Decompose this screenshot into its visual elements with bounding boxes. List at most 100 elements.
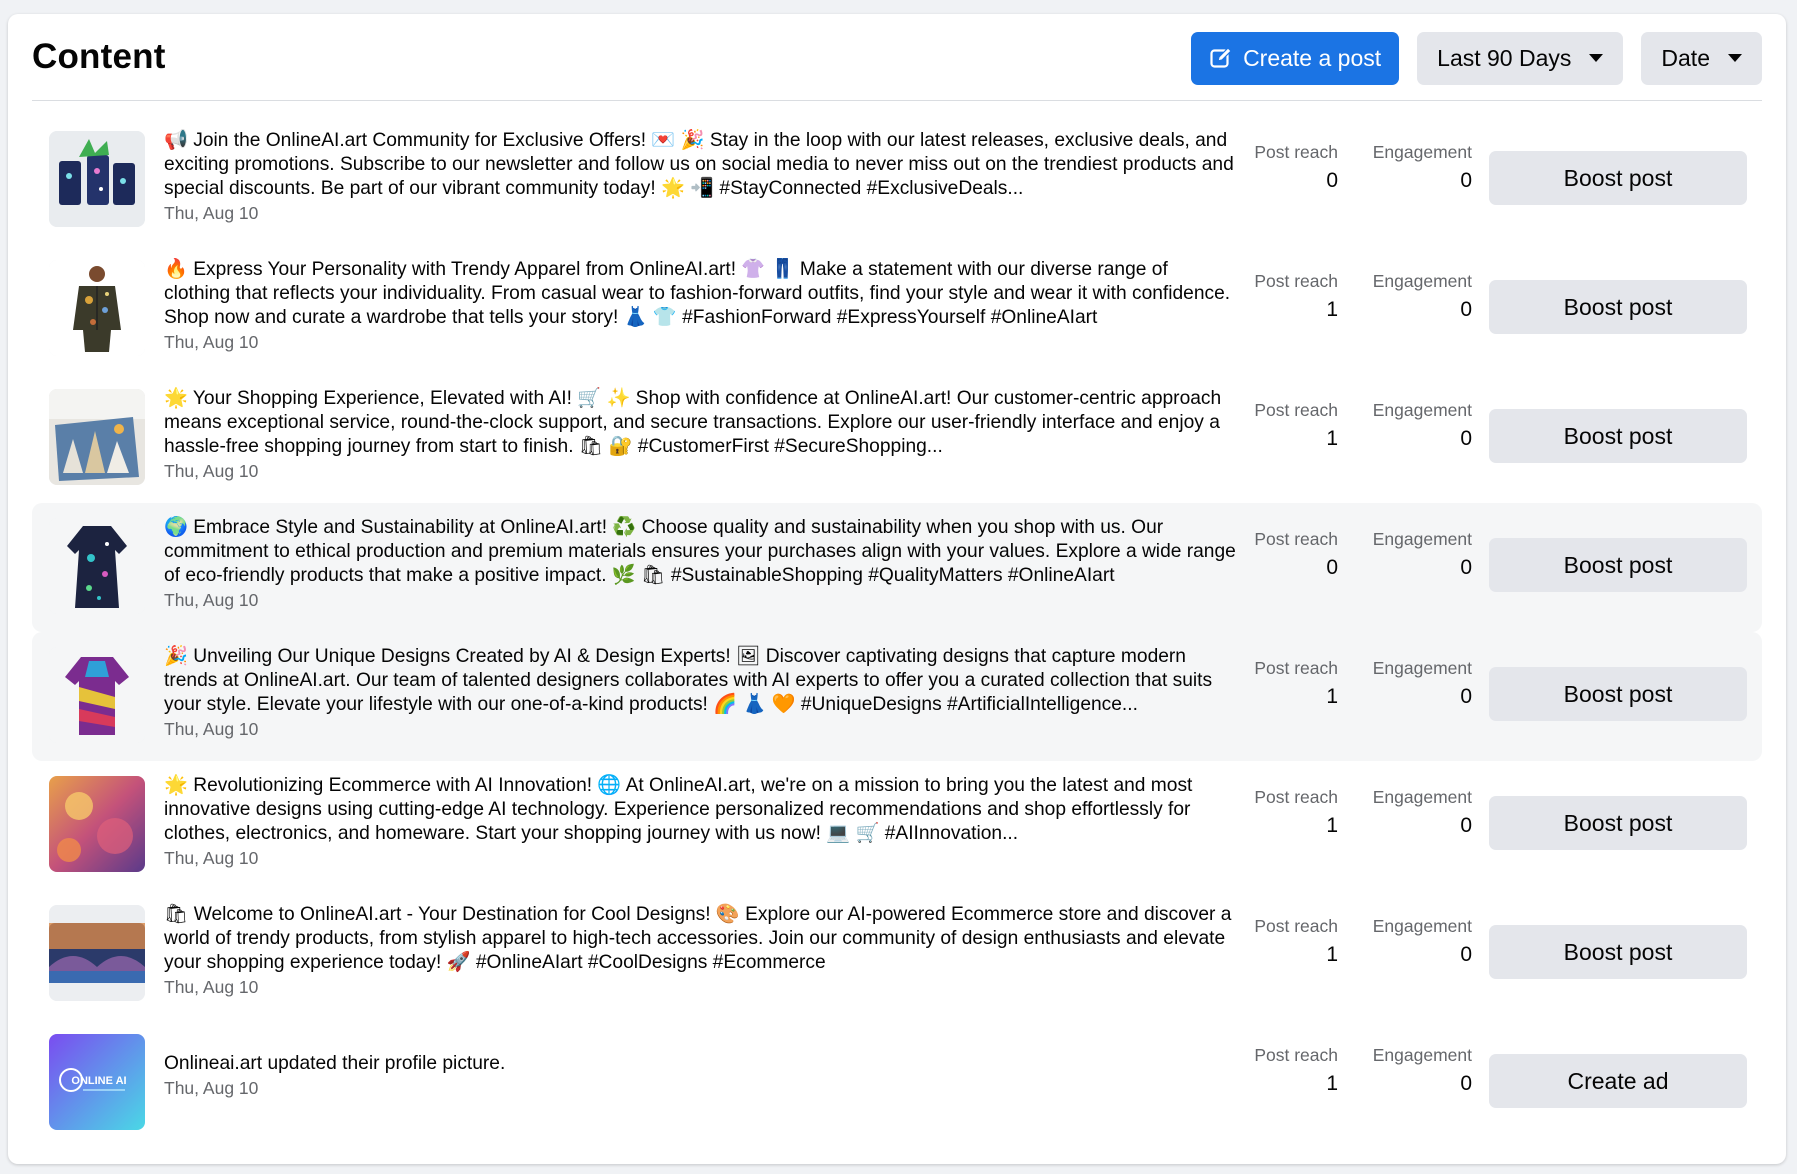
date-range-label: Last 90 Days bbox=[1437, 44, 1572, 71]
post-date: Thu, Aug 10 bbox=[164, 590, 259, 610]
post-row[interactable]: 🛍 Welcome to OnlineAI.art - Your Destina… bbox=[32, 890, 1762, 1019]
engagement-label: Engagement bbox=[1372, 529, 1472, 549]
post-content[interactable]: 🌍 Embrace Style and Sustainability at On… bbox=[164, 516, 1239, 611]
post-reach: Post reach 1 bbox=[1228, 916, 1338, 967]
content-card: Content Create a post Last 90 Days Date bbox=[8, 14, 1786, 1164]
post-reach-value: 1 bbox=[1326, 427, 1338, 450]
post-thumbnail[interactable] bbox=[49, 131, 145, 227]
engagement-label: Engagement bbox=[1372, 916, 1472, 936]
jacket-icon bbox=[49, 260, 145, 356]
post-text: 🌍 Embrace Style and Sustainability at On… bbox=[164, 517, 1236, 586]
sort-dropdown[interactable]: Date bbox=[1641, 31, 1762, 85]
post-thumbnail[interactable] bbox=[49, 776, 145, 872]
post-content[interactable]: 🎉 Unveiling Our Unique Designs Created b… bbox=[164, 645, 1239, 740]
engagement-label: Engagement bbox=[1372, 1045, 1472, 1065]
create-post-button[interactable]: Create a post bbox=[1191, 31, 1400, 85]
boost-post-button[interactable]: Boost post bbox=[1489, 280, 1747, 334]
boost-post-button[interactable]: Boost post bbox=[1489, 409, 1747, 463]
post-content[interactable]: 🔥 Express Your Personality with Trendy A… bbox=[164, 258, 1239, 353]
engagement-value: 0 bbox=[1460, 943, 1472, 966]
caret-down-icon bbox=[1728, 54, 1742, 62]
post-thumbnail[interactable] bbox=[49, 260, 145, 356]
date-range-dropdown[interactable]: Last 90 Days bbox=[1417, 31, 1624, 85]
post-content[interactable]: 🌟 Your Shopping Experience, Elevated wit… bbox=[164, 387, 1239, 482]
engagement-label: Engagement bbox=[1372, 142, 1472, 162]
post-row[interactable]: 🌟 Revolutionizing Ecommerce with AI Inno… bbox=[32, 761, 1762, 890]
post-date: Thu, Aug 10 bbox=[164, 848, 259, 868]
post-content[interactable]: Onlineai.art updated their profile pictu… bbox=[164, 1052, 1239, 1099]
post-reach-value: 0 bbox=[1326, 556, 1338, 579]
post-reach-label: Post reach bbox=[1254, 529, 1338, 549]
post-row[interactable]: 🌟 Your Shopping Experience, Elevated wit… bbox=[32, 374, 1762, 503]
post-thumbnail[interactable] bbox=[49, 647, 145, 743]
post-text: 🛍 Welcome to OnlineAI.art - Your Destina… bbox=[164, 904, 1232, 973]
post-reach-label: Post reach bbox=[1254, 1045, 1338, 1065]
boost-post-button[interactable]: Boost post bbox=[1489, 667, 1747, 721]
logo-icon: ONLINE AI bbox=[49, 1034, 145, 1130]
dress-icon bbox=[49, 518, 145, 614]
post-row[interactable]: 🌍 Embrace Style and Sustainability at On… bbox=[32, 503, 1762, 632]
post-reach: Post reach 1 bbox=[1228, 1045, 1338, 1096]
post-text: 🌟 Your Shopping Experience, Elevated wit… bbox=[164, 388, 1222, 457]
engagement-value: 0 bbox=[1460, 556, 1472, 579]
boost-post-button[interactable]: Boost post bbox=[1489, 538, 1747, 592]
engagement-value: 0 bbox=[1460, 1072, 1472, 1095]
post-row[interactable]: 🔥 Express Your Personality with Trendy A… bbox=[32, 245, 1762, 374]
shirt-icon bbox=[49, 647, 145, 743]
post-row[interactable]: 📢 Join the OnlineAI.art Community for Ex… bbox=[32, 116, 1762, 245]
post-thumbnail[interactable]: ONLINE AI bbox=[49, 1034, 145, 1130]
post-thumbnail[interactable] bbox=[49, 389, 145, 485]
engagement-label: Engagement bbox=[1372, 400, 1472, 420]
post-reach-value: 1 bbox=[1326, 1072, 1338, 1095]
post-list: 📢 Join the OnlineAI.art Community for Ex… bbox=[32, 116, 1762, 1148]
caret-down-icon bbox=[1589, 54, 1604, 62]
post-reach-label: Post reach bbox=[1254, 400, 1338, 420]
engagement-value: 0 bbox=[1460, 814, 1472, 837]
cups-icon bbox=[49, 131, 145, 227]
engagement: Engagement 0 bbox=[1348, 142, 1472, 193]
boost-post-button[interactable]: Boost post bbox=[1489, 151, 1747, 205]
post-text: 🔥 Express Your Personality with Trendy A… bbox=[164, 259, 1231, 328]
engagement-value: 0 bbox=[1460, 169, 1472, 192]
post-reach-label: Post reach bbox=[1254, 916, 1338, 936]
engagement: Engagement 0 bbox=[1348, 271, 1472, 322]
post-thumbnail[interactable] bbox=[49, 905, 145, 1001]
engagement-label: Engagement bbox=[1372, 658, 1472, 678]
painting-icon bbox=[49, 776, 145, 872]
post-reach-value: 1 bbox=[1326, 685, 1338, 708]
post-text: 🎉 Unveiling Our Unique Designs Created b… bbox=[164, 646, 1213, 715]
engagement-label: Engagement bbox=[1372, 787, 1472, 807]
post-date: Thu, Aug 10 bbox=[164, 719, 259, 739]
post-content[interactable]: 🛍 Welcome to OnlineAI.art - Your Destina… bbox=[164, 903, 1239, 998]
post-thumbnail[interactable] bbox=[49, 518, 145, 614]
canvas-icon bbox=[49, 389, 145, 485]
logo-text: ONLINE AI bbox=[71, 1075, 126, 1087]
post-reach-value: 0 bbox=[1326, 169, 1338, 192]
boost-post-button[interactable]: Boost post bbox=[1489, 796, 1747, 850]
engagement: Engagement 0 bbox=[1348, 529, 1472, 580]
engagement-label: Engagement bbox=[1372, 271, 1472, 291]
engagement-value: 0 bbox=[1460, 298, 1472, 321]
engagement: Engagement 0 bbox=[1348, 400, 1472, 451]
post-row[interactable]: ONLINE AI Onlineai.art updated their pro… bbox=[32, 1019, 1762, 1148]
post-row[interactable]: 🎉 Unveiling Our Unique Designs Created b… bbox=[32, 632, 1762, 761]
engagement: Engagement 0 bbox=[1348, 787, 1472, 838]
create-ad-button[interactable]: Create ad bbox=[1489, 1054, 1747, 1108]
engagement: Engagement 0 bbox=[1348, 658, 1472, 709]
post-date: Thu, Aug 10 bbox=[164, 203, 259, 223]
post-content[interactable]: 🌟 Revolutionizing Ecommerce with AI Inno… bbox=[164, 774, 1239, 869]
engagement-value: 0 bbox=[1460, 685, 1472, 708]
post-date: Thu, Aug 10 bbox=[164, 332, 259, 352]
engagement: Engagement 0 bbox=[1348, 916, 1472, 967]
post-reach-label: Post reach bbox=[1254, 658, 1338, 678]
post-text: 🌟 Revolutionizing Ecommerce with AI Inno… bbox=[164, 775, 1193, 844]
page-title: Content bbox=[32, 37, 166, 76]
post-reach-label: Post reach bbox=[1254, 142, 1338, 162]
post-reach: Post reach 1 bbox=[1228, 787, 1338, 838]
boost-post-button[interactable]: Boost post bbox=[1489, 925, 1747, 979]
edit-icon bbox=[1210, 47, 1232, 68]
post-content[interactable]: 📢 Join the OnlineAI.art Community for Ex… bbox=[164, 129, 1239, 224]
post-text: Onlineai.art updated their profile pictu… bbox=[164, 1053, 506, 1074]
post-reach-label: Post reach bbox=[1254, 271, 1338, 291]
header-actions: Create a post Last 90 Days Date bbox=[1191, 30, 1762, 85]
